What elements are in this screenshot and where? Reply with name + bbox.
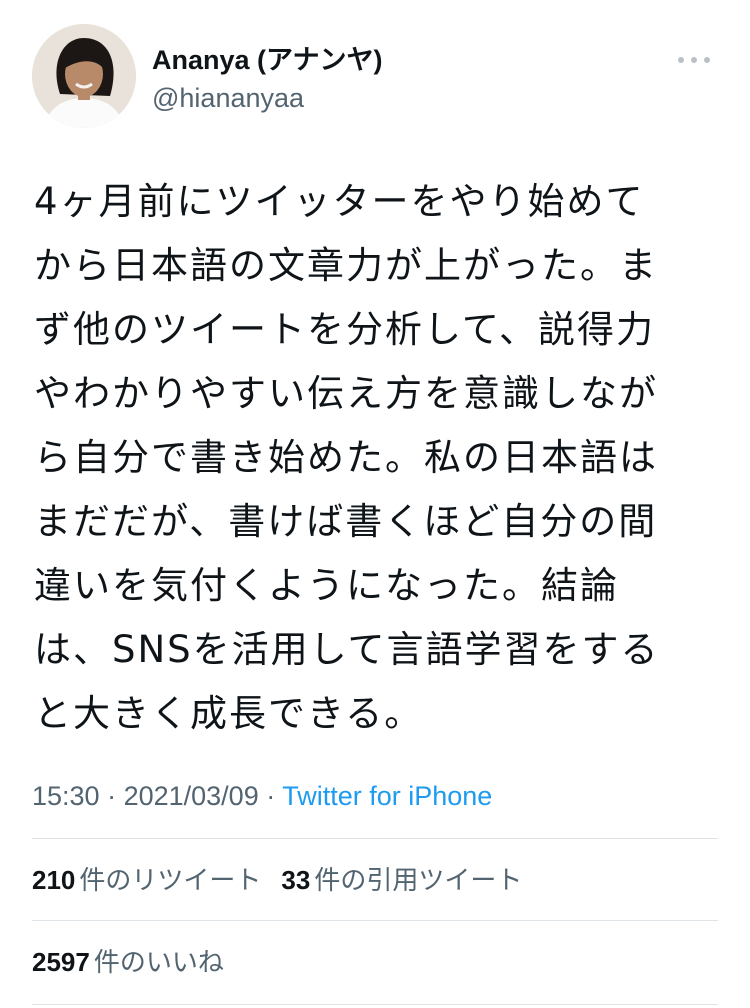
- tweet-text: 4ヶ月前にツイッターをやり始めて から日本語の文章力が上がった。ま ず他のツイー…: [34, 170, 704, 746]
- avatar-image: [32, 24, 136, 128]
- retweet-count: 210: [32, 865, 76, 895]
- tweet-text-line: ず他のツイートを分析して、説得力: [34, 308, 656, 351]
- tweet-time[interactable]: 15:30: [32, 781, 100, 811]
- tweet-text-line: 違いを気付くようになった。結論: [34, 564, 619, 607]
- tweet-date[interactable]: 2021/03/09: [124, 781, 259, 811]
- user-handle[interactable]: @hiananyaa: [152, 80, 382, 116]
- tweet-header: Ananya (アナンヤ) @hiananyaa: [32, 24, 722, 134]
- divider: [32, 838, 718, 839]
- display-name[interactable]: Ananya (アナンヤ): [152, 44, 382, 76]
- tweet-text-line: から日本語の文章力が上がった。ま: [34, 244, 658, 287]
- more-options-icon[interactable]: [678, 52, 710, 68]
- avatar[interactable]: [32, 24, 136, 128]
- likes-stat[interactable]: 2597 件のいいね: [32, 947, 224, 977]
- quote-count: 33: [281, 865, 311, 895]
- dot-icon: [678, 57, 684, 63]
- divider: [32, 920, 718, 921]
- like-count: 2597: [32, 947, 90, 977]
- tweet-text-line: まだだが、書けば書くほど自分の間: [34, 500, 658, 543]
- tweet-text-line: は、SNSを活用して言語学習をする: [34, 628, 660, 671]
- likes-stats: 2597 件のいいね: [32, 944, 224, 980]
- retweet-label: 件のリツイート: [79, 865, 262, 895]
- tweet-metadata: 15:30 · 2021/03/09 · Twitter for iPhone: [32, 778, 492, 814]
- dot-icon: [691, 57, 697, 63]
- tweet-text-line: やわかりやすい伝え方を意識しなが: [34, 372, 658, 415]
- dot-icon: [704, 57, 710, 63]
- tweet-text-line: 4ヶ月前にツイッターをやり始めて: [34, 180, 645, 223]
- tweet-source-link[interactable]: Twitter for iPhone: [282, 781, 492, 811]
- quote-label: 件の引用ツイート: [314, 865, 523, 895]
- divider: [32, 1004, 718, 1005]
- retweets-stat[interactable]: 210 件のリツイート: [32, 865, 261, 895]
- quotes-stat[interactable]: 33 件の引用ツイート: [281, 865, 522, 895]
- meta-separator: ·: [258, 781, 283, 811]
- tweet-text-line: と大きく成長できる。: [34, 692, 424, 735]
- meta-separator: ·: [99, 781, 124, 811]
- tweet-text-line: ら自分で書き始めた。私の日本語は: [34, 436, 658, 479]
- engagement-stats: 210 件のリツイート 33 件の引用ツイート: [32, 862, 522, 898]
- tweet-detail: Ananya (アナンヤ) @hiananyaa 4ヶ月前にツイッターをやり始め…: [0, 0, 750, 1008]
- like-label: 件のいいね: [93, 947, 224, 977]
- user-names: Ananya (アナンヤ) @hiananyaa: [152, 44, 382, 116]
